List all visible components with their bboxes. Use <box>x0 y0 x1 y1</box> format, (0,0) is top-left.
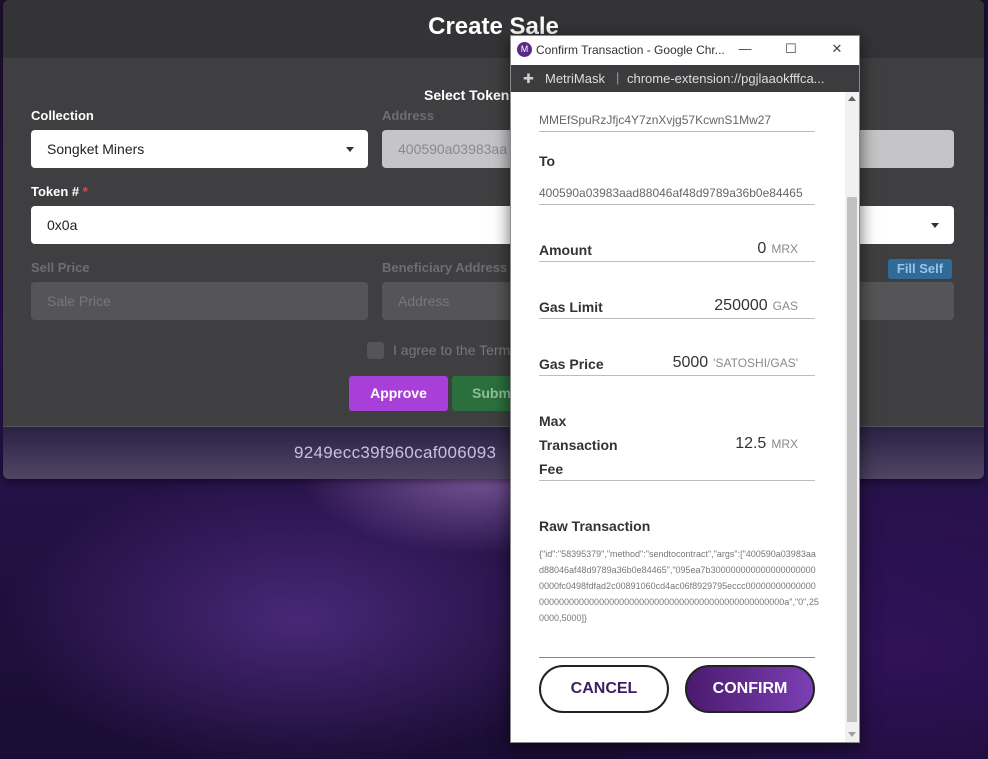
raw-transaction-label: Raw Transaction <box>539 518 651 534</box>
beneficiary-label: Beneficiary Address <box>382 260 508 275</box>
max-fee-value: 12.5 <box>735 435 767 452</box>
amount-value: 0 <box>757 240 767 257</box>
divider <box>539 480 815 481</box>
divider <box>539 375 815 376</box>
close-icon[interactable]: ✕ <box>829 41 845 57</box>
amount-unit: MRX <box>771 242 798 256</box>
agree-label: I agree to the Term <box>393 342 511 358</box>
metrimask-icon: M <box>517 42 532 57</box>
minimize-icon[interactable]: — <box>737 41 753 56</box>
sell-price-placeholder: Sale Price <box>47 293 111 309</box>
sell-price-input[interactable]: Sale Price <box>31 282 368 320</box>
max-fee-value-row: 12.5 MRX <box>735 435 798 453</box>
gas-price-value: 5000 <box>672 354 709 371</box>
required-marker: * <box>82 184 88 199</box>
amount-value-row: 0 MRX <box>757 240 798 258</box>
chevron-down-icon <box>931 223 939 228</box>
extension-name: MetriMask <box>545 71 605 86</box>
sell-price-label: Sell Price <box>31 260 90 275</box>
collection-value: Songket Miners <box>47 141 145 157</box>
from-address: MMEfSpuRzJfjc4Y7znXvjg57KcwnS1Mw27 <box>539 113 772 127</box>
approve-button[interactable]: Approve <box>349 376 448 411</box>
max-fee-label-line2: Transaction <box>539 437 618 453</box>
raw-transaction-text: {"id":"58395379","method":"sendtocontrac… <box>539 549 819 623</box>
maximize-icon[interactable]: ☐ <box>783 41 799 57</box>
divider <box>539 318 815 319</box>
cancel-button[interactable]: CANCEL <box>539 665 669 713</box>
collection-select[interactable]: Songket Miners <box>31 130 368 168</box>
gas-limit-label: Gas Limit <box>539 299 603 315</box>
window-title: Confirm Transaction - Google Chr... <box>536 43 725 57</box>
max-fee-label-line3: Fee <box>539 461 564 477</box>
max-fee-unit: MRX <box>771 437 798 451</box>
puzzle-icon: ✚ <box>523 71 534 86</box>
footer-hash: 9249ecc39f960caf006093 <box>294 443 497 462</box>
gas-price-label: Gas Price <box>539 356 604 372</box>
submit-button[interactable]: Subm <box>452 376 512 411</box>
url-separator: | <box>616 70 620 85</box>
max-fee-label-line1: Max <box>539 413 567 429</box>
gas-price-unit: 'SATOSHI/GAS' <box>713 356 798 370</box>
to-label: To <box>539 153 556 169</box>
scroll-down-icon[interactable] <box>848 732 856 737</box>
extension-url: chrome-extension://pgjlaaokfffca... <box>627 71 825 86</box>
divider <box>539 204 815 205</box>
scrollbar-thumb[interactable] <box>847 197 857 722</box>
gas-limit-value: 250000 <box>714 297 768 314</box>
confirm-transaction-window: M Confirm Transaction - Google Chr... — … <box>510 35 860 743</box>
divider <box>539 657 815 658</box>
gas-price-value-row: 5000 'SATOSHI/GAS' <box>673 354 798 372</box>
address-label: Address <box>382 108 435 123</box>
address-value: 400590a03983aa <box>398 141 508 157</box>
to-address: 400590a03983aad88046af48d9789a36b0e84465 <box>539 186 803 200</box>
token-label-text: Token # <box>31 184 80 199</box>
divider <box>539 131 815 132</box>
confirm-button[interactable]: CONFIRM <box>685 665 815 713</box>
scroll-up-icon[interactable] <box>848 96 856 101</box>
gas-limit-unit: GAS <box>772 299 798 313</box>
amount-label: Amount <box>539 242 592 258</box>
chevron-down-icon <box>346 147 354 152</box>
extension-url-bar: ✚ MetriMask | chrome-extension://pgjlaao… <box>511 65 859 92</box>
window-titlebar: M Confirm Transaction - Google Chr... — … <box>511 36 859 65</box>
transaction-details: MMEfSpuRzJfjc4Y7znXvjg57KcwnS1Mw27 To 40… <box>511 92 845 742</box>
token-label: Token # * <box>31 184 88 199</box>
token-value: 0x0a <box>47 217 78 233</box>
collection-label: Collection <box>31 108 94 123</box>
scrollbar[interactable] <box>845 92 859 742</box>
divider <box>539 261 815 262</box>
agree-checkbox[interactable] <box>367 342 384 359</box>
section-subtitle: Select Token <box>424 87 510 103</box>
gas-limit-value-row: 250000 GAS <box>714 297 798 315</box>
beneficiary-placeholder: Address <box>398 293 450 309</box>
fill-self-button[interactable]: Fill Self <box>888 259 952 279</box>
